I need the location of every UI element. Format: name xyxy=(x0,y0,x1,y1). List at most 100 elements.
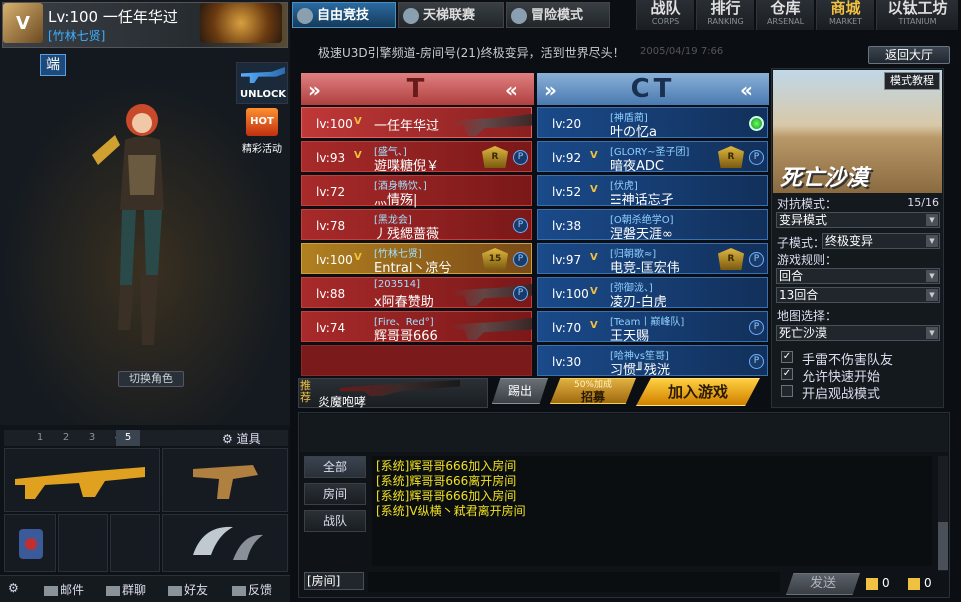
props-button[interactable]: ⚙ 道具 xyxy=(222,430,261,447)
item-slot-knife[interactable] xyxy=(162,514,288,572)
tab-adventure[interactable]: 冒险模式 xyxy=(506,2,610,28)
battle-mode-label: 对抗模式： xyxy=(777,197,838,211)
rules-select[interactable]: 回合 ▼ xyxy=(776,268,940,284)
recruit-button[interactable]: 50%加成 招募 xyxy=(550,378,636,404)
rank-badge-icon: V xyxy=(3,3,43,43)
rifle-icon xyxy=(241,67,285,83)
item-slot-pistol[interactable] xyxy=(162,448,288,512)
chat-tab-all[interactable]: 全部 xyxy=(304,456,366,478)
player-name: Entral丶凉兮 xyxy=(374,261,452,276)
p-badge-icon: P xyxy=(749,252,764,267)
p-badge-icon: P xyxy=(749,320,764,335)
battle-mode-select[interactable]: 变异模式 ▼ xyxy=(776,212,940,228)
speaker-counter[interactable]: 0 xyxy=(866,576,890,590)
settings-icon[interactable]: ⚙ xyxy=(8,581,19,595)
player-row-t-5[interactable]: lv:100 V [竹林七贤] Entral丶凉兮 15 P xyxy=(301,243,532,276)
player-level: lv:88 xyxy=(316,287,346,301)
player-name: ☲神话忘孑 xyxy=(610,193,674,208)
kick-button[interactable]: 踢出 xyxy=(492,378,548,404)
option-spectate-checkbox[interactable] xyxy=(781,385,793,397)
item-slot-empty-1[interactable] xyxy=(58,514,108,572)
player-row-t-3[interactable]: lv:72 [酒身畅饮、] 灬情殇| xyxy=(301,175,532,208)
player-name: 涅磐天涯∞ xyxy=(610,227,673,242)
hot-icon: HOT xyxy=(246,108,278,136)
chat-scroll-thumb[interactable] xyxy=(938,522,948,570)
chat-channel-select[interactable]: [房间] xyxy=(304,572,364,590)
chat-tab-corps[interactable]: 战队 xyxy=(304,510,366,532)
player-row-ct-6[interactable]: lv:100 V [弥御泷、] 凌刃-白虎 xyxy=(537,277,768,310)
nav-market-en: MARKET xyxy=(828,17,863,26)
player-row-ct-3[interactable]: lv:52 V [伏虎] ☲神话忘孑 xyxy=(537,175,768,208)
switch-role-button[interactable]: 切换角色 xyxy=(118,371,184,387)
friends-button[interactable]: 好友 xyxy=(168,581,208,598)
map-title: 死亡沙漠 xyxy=(780,166,869,191)
item-slot-primary[interactable] xyxy=(4,448,160,512)
chat-input[interactable] xyxy=(368,572,780,592)
map-value: 死亡沙漠 xyxy=(779,326,828,340)
horn-counter[interactable]: 0 xyxy=(908,576,932,590)
player-row-ct-7[interactable]: lv:70 V [Team丨巅峰队] 王天赐 P xyxy=(537,311,768,344)
room-timestamp: 2005/04/19 7:66 xyxy=(640,46,724,57)
tab-free-battle[interactable]: 自由竞技 xyxy=(292,2,396,28)
nav-corps[interactable]: 战队 CORPS xyxy=(636,0,694,30)
chevron-right-icon: » xyxy=(544,78,557,102)
player-name: 辉哥哥666 xyxy=(374,329,438,344)
send-button[interactable]: 发送 xyxy=(786,573,860,595)
player-row-t-4[interactable]: lv:78 [黑龙会] 丿残緦蔷薇 P xyxy=(301,209,532,242)
group-chat-button[interactable]: 群聊 xyxy=(106,581,146,598)
chat-message: [系统]V纵横丶弒君离开房间 xyxy=(376,504,526,518)
player-row-t-1[interactable]: lv:100 V 一任年华过 xyxy=(301,107,532,138)
item-tab-2[interactable]: 2 xyxy=(54,430,78,446)
p-badge-icon: P xyxy=(513,252,528,267)
nav-corps-cn: 战队 xyxy=(650,0,681,17)
friends-icon xyxy=(168,585,182,596)
item-tab-1[interactable]: 1 xyxy=(28,430,52,446)
vip-icon: V xyxy=(590,320,598,331)
player-row-ct-2[interactable]: lv:92 V [GLORY~圣子团] 暗夜ADC R P xyxy=(537,141,768,174)
mode-tabs: 自由竞技 天梯联赛 冒险模式 xyxy=(292,0,632,30)
events-button[interactable]: HOT 精彩活动 xyxy=(236,108,288,156)
player-row-ct-4[interactable]: lv:38 [O朝杀绝学O] 涅磐天涯∞ xyxy=(537,209,768,242)
unlock-button[interactable]: UNLOCK xyxy=(236,62,288,104)
feedback-button[interactable]: 反馈 xyxy=(232,581,272,598)
pistol-icon xyxy=(193,465,258,499)
nav-titanium[interactable]: 以钛工坊 TITANIUM xyxy=(876,0,958,30)
nav-arsenal-en: ARSENAL xyxy=(766,17,805,26)
item-tab-5[interactable]: 5 xyxy=(116,430,140,446)
option-no-friendly-grenade-checkbox[interactable]: ✓ xyxy=(781,351,793,363)
tab-ladder[interactable]: 天梯联赛 xyxy=(398,2,504,28)
map-select[interactable]: 死亡沙漠 ▼ xyxy=(776,325,940,341)
player-row-t-2[interactable]: lv:93 V [盛气、] 遊喋糖倪￥ R P xyxy=(301,141,532,174)
player-row-t-7[interactable]: lv:74 [Fire、Red°] 辉哥哥666 xyxy=(301,311,532,344)
nav-ranking[interactable]: 排行 RANKING xyxy=(696,0,754,30)
sub-mode-value: 终极变异 xyxy=(825,234,874,248)
join-game-button[interactable]: 加入游戏 xyxy=(636,378,760,406)
player-row-ct-5[interactable]: lv:97 V [归朝歌≈] 电竞-匡宏伟 R P xyxy=(537,243,768,276)
empty-slot-t-8[interactable] xyxy=(301,345,532,376)
back-to-lobby-button[interactable]: 返回大厅 xyxy=(868,46,950,64)
feedback-label: 反馈 xyxy=(248,583,273,597)
mail-button[interactable]: 邮件 xyxy=(44,581,84,598)
option-quick-start-checkbox[interactable]: ✓ xyxy=(781,368,793,380)
nav-market[interactable]: 商城 MARKET xyxy=(816,0,874,30)
player-level: lv:97 xyxy=(552,253,582,267)
p-badge-icon: P xyxy=(749,150,764,165)
rounds-select[interactable]: 13回合 ▼ xyxy=(776,287,940,303)
item-tab-3[interactable]: 3 xyxy=(80,430,104,446)
item-slot-empty-2[interactable] xyxy=(110,514,160,572)
player-name: 遊喋糖倪￥ xyxy=(374,159,440,174)
player-level: lv:100 xyxy=(316,117,353,131)
sub-mode-select[interactable]: 终极变异 ▼ xyxy=(822,233,940,249)
nav-arsenal[interactable]: 仓库 ARSENAL xyxy=(756,0,814,30)
player-row-ct-8[interactable]: lv:30 [哈神vs笙哥] 习惯╜残洸 P xyxy=(537,345,768,378)
recommend-label: 推荐 xyxy=(300,379,311,404)
item-slot-armor[interactable] xyxy=(4,514,56,572)
player-row-t-6[interactable]: lv:88 [203514] x阿春赞助 P xyxy=(301,277,532,310)
mode-tutorial-button[interactable]: 模式教程 xyxy=(884,72,940,90)
friends-label: 好友 xyxy=(184,583,209,597)
player-name: 王天赐 xyxy=(610,329,650,344)
player-row-ct-1[interactable]: lv:20 [神盾蔺] 叶の忆a xyxy=(537,107,768,140)
chat-tab-room[interactable]: 房间 xyxy=(304,483,366,505)
phone-icon xyxy=(232,585,246,596)
player-level: lv:72 xyxy=(316,185,346,199)
